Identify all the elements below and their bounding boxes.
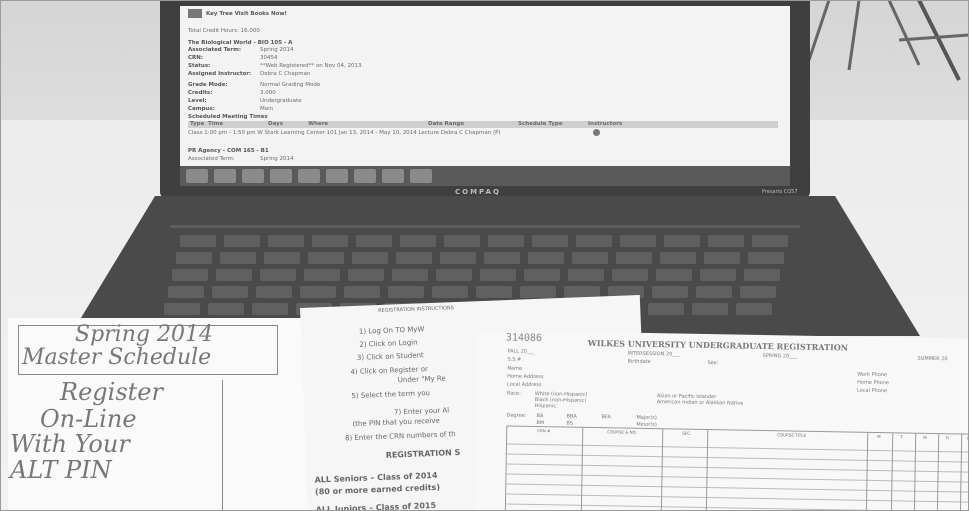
image-border [0, 0, 969, 511]
photo-scene: Key Tree Visit Books Now! Total Credit H… [0, 0, 969, 511]
